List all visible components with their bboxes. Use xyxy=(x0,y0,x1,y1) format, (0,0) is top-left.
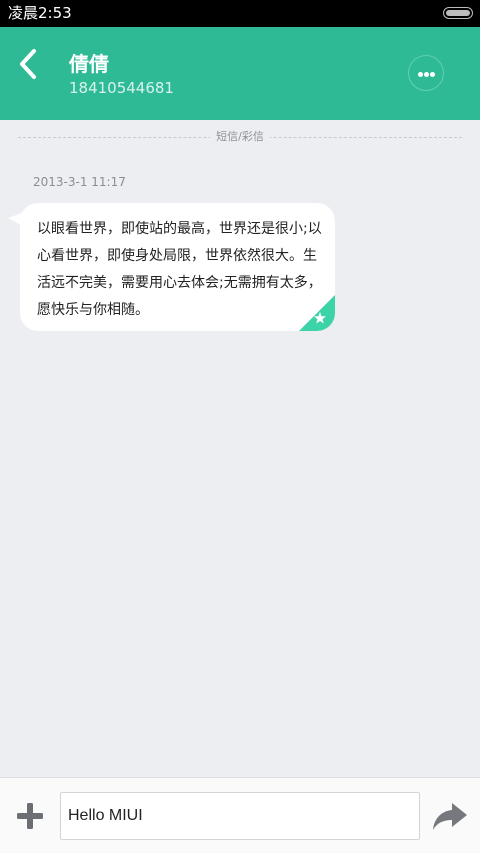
message-text: 以眼看世界，即使站的最高，世界还是很小;以心看世界，即使身处局限，世界依然很大。… xyxy=(37,221,322,318)
message-timestamp: 2013-3-1 11:17 xyxy=(33,175,126,189)
plus-icon[interactable] xyxy=(14,800,46,832)
message-type-divider: 短信/彩信 xyxy=(18,129,462,145)
star-icon xyxy=(299,295,335,331)
status-bar: 凌晨2:53 xyxy=(0,0,480,27)
more-dot xyxy=(430,72,435,77)
forward-arrow-icon[interactable] xyxy=(432,800,468,832)
chevron-left-icon xyxy=(20,49,36,79)
message-type-label: 短信/彩信 xyxy=(210,130,270,143)
message-input[interactable] xyxy=(60,792,420,840)
back-button[interactable] xyxy=(12,45,46,85)
contact-number: 18410544681 xyxy=(69,79,174,97)
conversation-header: 倩倩 18410544681 xyxy=(0,27,480,120)
status-time: 凌晨2:53 xyxy=(8,4,72,22)
sms-conversation-screen: 凌晨2:53 倩倩 18410544681 短信/彩信 2013-3-1 11:… xyxy=(0,0,480,853)
message-bubble[interactable]: 以眼看世界，即使站的最高，世界还是很小;以心看世界，即使身处局限，世界依然很大。… xyxy=(20,203,335,331)
more-dot xyxy=(424,72,429,77)
contact-name: 倩倩 xyxy=(69,52,109,76)
more-options-button[interactable] xyxy=(408,55,444,91)
more-dot xyxy=(418,72,423,77)
compose-bar xyxy=(0,777,480,853)
battery-level xyxy=(446,10,470,16)
battery-icon xyxy=(443,7,473,19)
